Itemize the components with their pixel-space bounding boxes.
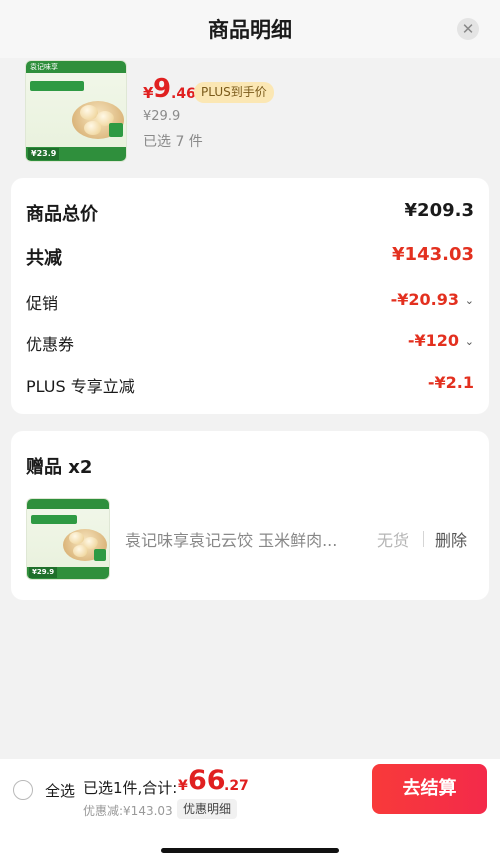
gift-title: 赠品 x2: [26, 457, 93, 478]
checkout-bar: 全选 已选1件,合计: ¥ 66 .27 优惠减:¥143.03 优惠明细 去结…: [0, 759, 500, 863]
thumbnail-brand: 袁记味享: [30, 63, 58, 71]
summary-row-discount: 共减 ¥143.03: [26, 244, 474, 269]
selected-total-label: 已选1件,合计:: [83, 779, 178, 797]
summary-row-coupon[interactable]: 优惠券 -¥120 ⌄: [26, 331, 474, 355]
checkout-button[interactable]: 去结算: [372, 764, 487, 814]
summary-value: -¥20.93: [390, 290, 459, 309]
total-currency: ¥: [178, 778, 188, 794]
header: 商品明细 ✕: [0, 0, 500, 58]
chevron-down-icon[interactable]: ⌄: [465, 294, 474, 307]
stock-status: 无货: [377, 531, 410, 550]
summary-label: 共减: [26, 248, 62, 269]
discount-detail-button[interactable]: 优惠明细: [177, 799, 238, 819]
select-all-radio[interactable]: [13, 780, 33, 800]
thumbnail-price-tag: ¥29.9: [29, 567, 58, 578]
gift-thumbnail[interactable]: ¥29.9: [26, 498, 110, 580]
page-title: 商品明细: [208, 18, 292, 42]
summary-value: -¥120: [407, 331, 459, 350]
delete-button[interactable]: 删除: [435, 527, 467, 551]
summary-value: ¥209.3: [404, 200, 474, 221]
plus-price-badge: PLUS到手价: [194, 82, 274, 103]
summary-value-wrap: -¥20.93: [391, 290, 474, 309]
gift-card: 赠品 x2 ¥29.9 袁记味享袁记云饺 玉米鲜肉... 无货 删除: [11, 431, 489, 600]
total-integer: 66: [188, 765, 226, 796]
original-price: ¥29.9: [143, 109, 181, 124]
thumbnail-price-tag: ¥23.9: [28, 148, 60, 160]
price-currency: ¥: [143, 84, 154, 102]
summary-label: 促销: [26, 294, 59, 313]
price-decimal: .46: [171, 86, 196, 102]
selected-count: 已选 7 件: [143, 134, 203, 150]
home-indicator[interactable]: [161, 848, 339, 853]
product-thumbnail[interactable]: 袁记味享 ¥23.9: [25, 60, 127, 162]
chevron-down-icon[interactable]: ⌄: [465, 335, 474, 348]
summary-value: -¥2.1: [427, 373, 474, 392]
summary-label: 商品总价: [26, 204, 98, 225]
discount-summary: 优惠减:¥143.03: [83, 804, 173, 818]
summary-row-plus: PLUS 专享立减 -¥2.1: [26, 373, 474, 397]
divider: [423, 531, 424, 547]
summary-label: 优惠券: [26, 335, 75, 354]
gift-name[interactable]: 袁记味享袁记云饺 玉米鲜肉...: [125, 527, 365, 551]
summary-row-total: 商品总价 ¥209.3: [26, 200, 474, 225]
summary-label: PLUS 专享立减: [26, 377, 135, 396]
total-decimal: .27: [224, 778, 249, 794]
summary-value: ¥143.03: [392, 244, 474, 265]
close-icon[interactable]: ✕: [457, 18, 479, 40]
price-summary-card: 商品总价 ¥209.3 共减 ¥143.03 促销 -¥20.93 ⌄ 优惠券 …: [11, 178, 489, 414]
summary-row-promotion[interactable]: 促销 -¥20.93 ⌄: [26, 290, 474, 314]
price-integer: 9: [153, 74, 172, 104]
select-all-label[interactable]: 全选: [45, 780, 75, 801]
